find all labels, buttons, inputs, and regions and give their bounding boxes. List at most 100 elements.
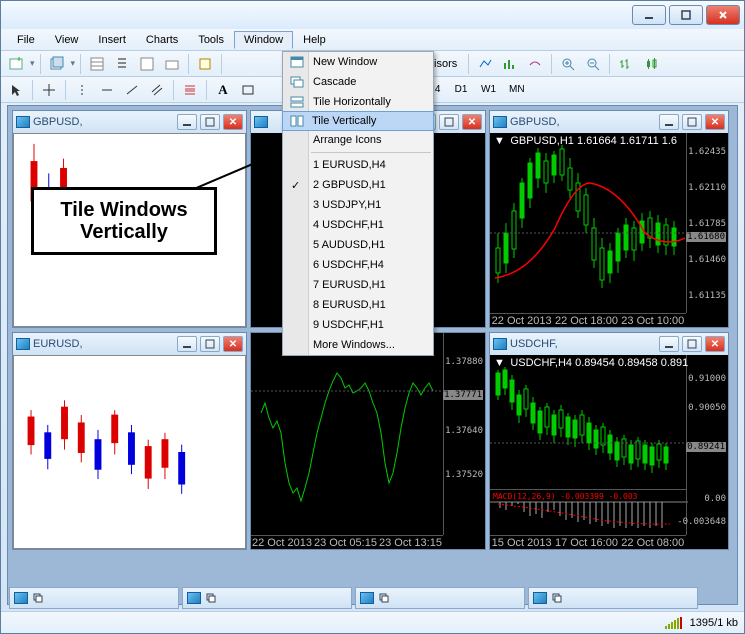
child-maximize-button[interactable] — [439, 114, 459, 130]
y-axis-indicator: 0.00 -0.003648 — [686, 489, 728, 535]
status-traffic: 1395/1 kb — [690, 617, 738, 629]
chart-tab[interactable] — [182, 587, 352, 609]
menu-view[interactable]: View — [45, 31, 89, 49]
child-close-button[interactable]: ✕ — [705, 114, 725, 130]
market-watch-icon[interactable] — [86, 53, 108, 75]
fibo-icon[interactable] — [179, 79, 201, 101]
menu-more-windows[interactable]: More Windows... — [283, 335, 433, 355]
menu-new-window[interactable]: New Window — [283, 52, 433, 72]
child-close-button[interactable]: ✕ — [705, 336, 725, 352]
chart-caption: ▼ GBPUSD,H1 1.61664 1.61711 1.6 — [494, 135, 677, 147]
new-chart-icon[interactable] — [5, 53, 27, 75]
tf-w1[interactable]: W1 — [476, 80, 501, 100]
close-button[interactable] — [706, 5, 740, 25]
titlebar — [1, 1, 744, 29]
child-close-button[interactable]: ✕ — [462, 114, 482, 130]
child-maximize-button[interactable] — [682, 114, 702, 130]
menu-win-6[interactable]: 6 USDCHF,H4 — [283, 255, 433, 275]
indicator-icon[interactable] — [474, 53, 496, 75]
y-axis: 1.62435 1.62110 1.61785 1.61680 1.61460 … — [686, 133, 728, 313]
candle-chart-icon[interactable] — [640, 53, 662, 75]
chart-tab[interactable] — [9, 587, 179, 609]
text-icon[interactable]: A — [212, 79, 234, 101]
chart-tab[interactable] — [355, 587, 525, 609]
maximize-button[interactable] — [669, 5, 703, 25]
tf-mn[interactable]: MN — [504, 80, 530, 100]
child-maximize-button[interactable] — [682, 336, 702, 352]
chart-icon — [187, 592, 201, 604]
chart-titlebar[interactable]: USDCHF, ✕ — [490, 333, 728, 355]
chart-icon — [16, 116, 30, 128]
zoom-out-icon[interactable] — [582, 53, 604, 75]
hline-icon[interactable] — [96, 79, 118, 101]
terminal-icon[interactable] — [161, 53, 183, 75]
menu-cascade[interactable]: Cascade — [283, 72, 433, 92]
tf-d1[interactable]: D1 — [449, 80, 473, 100]
menu-win-1[interactable]: 1 EURUSD,H4 — [283, 155, 433, 175]
chart-titlebar[interactable]: EURUSD, ✕ — [13, 333, 246, 355]
menu-win-4[interactable]: 4 USDCHF,H1 — [283, 215, 433, 235]
restore-icon — [551, 592, 563, 604]
child-close-button[interactable]: ✕ — [223, 336, 243, 352]
channel-icon[interactable] — [146, 79, 168, 101]
zoom-in-icon[interactable] — [557, 53, 579, 75]
chart-icon — [16, 338, 30, 350]
menu-win-8[interactable]: 8 EURUSD,H1 — [283, 295, 433, 315]
menu-tile-horizontal[interactable]: Tile Horizontally — [283, 92, 433, 112]
vline-icon[interactable] — [71, 79, 93, 101]
data-window-icon[interactable] — [136, 53, 158, 75]
menu-arrange-icons[interactable]: Arrange Icons — [283, 130, 433, 150]
chart-title: GBPUSD, — [510, 116, 656, 128]
chart-canvas[interactable]: 1.37880 1.37771 1.37640 1.37520 22 Oct 2… — [251, 333, 485, 549]
profiles-icon[interactable] — [46, 53, 68, 75]
chart-window-middle-bottom[interactable]: 1.37880 1.37771 1.37640 1.37520 22 Oct 2… — [250, 332, 486, 550]
menubar: File View Insert Charts Tools Window Hel… — [1, 29, 744, 51]
child-minimize-button[interactable] — [177, 336, 197, 352]
menu-win-9[interactable]: 9 USDCHF,H1 — [283, 315, 433, 335]
menu-win-7[interactable]: 7 EURUSD,H1 — [283, 275, 433, 295]
menu-win-3[interactable]: 3 USDJPY,H1 — [283, 195, 433, 215]
child-maximize-button[interactable] — [200, 336, 220, 352]
child-minimize-button[interactable] — [659, 114, 679, 130]
cursor-icon[interactable] — [5, 79, 27, 101]
chart-window-eurusd[interactable]: EURUSD, ✕ — [12, 332, 247, 550]
child-close-button[interactable]: ✕ — [223, 114, 243, 130]
menu-win-2[interactable]: ✓2 GBPUSD,H1 — [283, 175, 433, 195]
app-window: File View Insert Charts Tools Window Hel… — [0, 0, 745, 634]
bar-chart-icon[interactable] — [615, 53, 637, 75]
menu-file[interactable]: File — [7, 31, 45, 49]
crosshair-icon[interactable] — [38, 79, 60, 101]
trendline-icon[interactable] — [121, 79, 143, 101]
text-label-icon[interactable] — [237, 79, 259, 101]
menu-win-5[interactable]: 5 AUDUSD,H1 — [283, 235, 433, 255]
new-order-icon[interactable] — [194, 53, 216, 75]
menu-help[interactable]: Help — [293, 31, 336, 49]
minimize-button[interactable] — [632, 5, 666, 25]
child-minimize-button[interactable] — [659, 336, 679, 352]
child-minimize-button[interactable] — [177, 114, 197, 130]
chart-title: GBPUSD, — [33, 116, 174, 128]
chart-canvas[interactable]: ▼ GBPUSD,H1 1.61664 1.61711 1.6 1.62435 … — [490, 133, 728, 327]
chart-tab[interactable] — [528, 587, 698, 609]
tile-h-icon — [289, 94, 305, 110]
menu-tools[interactable]: Tools — [188, 31, 234, 49]
cascade-icon — [289, 74, 305, 90]
chart-canvas[interactable]: ▼ USDCHF,H4 0.89454 0.89458 0.891 0.9100… — [490, 355, 728, 549]
menu-insert[interactable]: Insert — [88, 31, 136, 49]
template-icon[interactable] — [524, 53, 546, 75]
menu-charts[interactable]: Charts — [136, 31, 188, 49]
tile-v-icon — [289, 113, 305, 129]
navigator-icon[interactable] — [111, 53, 133, 75]
y-axis: 1.37880 1.37771 1.37640 1.37520 — [443, 333, 485, 535]
child-maximize-button[interactable] — [200, 114, 220, 130]
menu-tile-vertical[interactable]: Tile Vertically — [282, 111, 434, 131]
chart-titlebar[interactable]: GBPUSD, ✕ — [490, 111, 728, 133]
chart-titlebar[interactable]: GBPUSD, ✕ — [13, 111, 246, 133]
restore-icon — [205, 592, 217, 604]
chart-title: USDCHF, — [510, 338, 656, 350]
menu-window[interactable]: Window — [234, 31, 293, 49]
chart-canvas[interactable] — [13, 355, 246, 549]
chart-window-usdchf[interactable]: USDCHF, ✕ ▼ USDCHF,H4 0.89454 0.89458 0.… — [489, 332, 729, 550]
chart-window-gbpusd-h1[interactable]: GBPUSD, ✕ ▼ GBPUSD,H1 1.61664 1.61711 1.… — [489, 110, 729, 328]
periodicity-icon[interactable] — [499, 53, 521, 75]
